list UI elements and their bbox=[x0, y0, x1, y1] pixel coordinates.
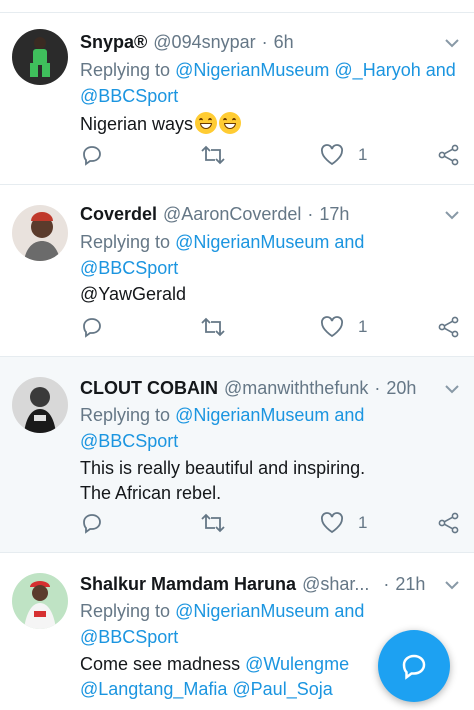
retweet-button[interactable] bbox=[200, 315, 226, 339]
like-icon bbox=[321, 144, 343, 166]
replying-mentions[interactable]: @NigerianMuseum and bbox=[175, 601, 364, 621]
author-handle[interactable]: @shar... bbox=[302, 573, 369, 595]
avatar[interactable] bbox=[12, 29, 68, 85]
like-count: 1 bbox=[358, 513, 368, 532]
avatar[interactable] bbox=[12, 573, 68, 629]
reply-icon bbox=[83, 146, 101, 166]
tweet-text-line: The African rebel. bbox=[80, 483, 222, 503]
separator: · bbox=[307, 204, 314, 224]
like-button[interactable]: 1 bbox=[320, 512, 367, 534]
replying-to: Replying to @NigerianMuseum @_Haryoh and bbox=[80, 58, 460, 82]
separator: · bbox=[374, 378, 381, 398]
timestamp[interactable]: 6h bbox=[274, 31, 294, 53]
tweet-text-content: Nigerian ways bbox=[80, 114, 194, 134]
share-icon bbox=[438, 316, 459, 338]
chevron-down-icon[interactable] bbox=[442, 575, 462, 595]
share-icon bbox=[438, 512, 459, 534]
chevron-down-icon[interactable] bbox=[442, 33, 462, 53]
replying-mentions[interactable]: @NigerianMuseum @_Haryoh and bbox=[175, 60, 456, 80]
reply-button[interactable] bbox=[80, 143, 104, 167]
replying-mention[interactable]: @BBCSport bbox=[80, 84, 460, 108]
timestamp[interactable]: 21h bbox=[395, 573, 425, 595]
retweet-icon bbox=[201, 145, 225, 165]
tweet-header: Snypa® @094snypar · 6h bbox=[80, 31, 460, 53]
separator: · bbox=[383, 574, 390, 594]
author-handle[interactable]: @AaronCoverdel bbox=[163, 203, 301, 225]
timestamp[interactable]: 17h bbox=[319, 203, 349, 225]
author-name[interactable]: CLOUT COBAIN bbox=[80, 377, 218, 399]
tweet-header: Shalkur Mamdam Haruna @shar... · 21h bbox=[80, 573, 460, 595]
compose-reply-button[interactable] bbox=[378, 630, 450, 702]
like-button[interactable]: 1 bbox=[320, 144, 367, 166]
like-count: 1 bbox=[358, 317, 368, 336]
reply-button[interactable] bbox=[80, 315, 104, 339]
tweet-body: CLOUT COBAIN @manwiththefunk · 20h Reply… bbox=[80, 377, 460, 506]
share-icon bbox=[438, 144, 459, 166]
tweet-mention[interactable]: @Paul_Soja bbox=[232, 679, 332, 699]
tweet-mention[interactable]: @YawGerald bbox=[80, 282, 460, 307]
like-button[interactable]: 1 bbox=[320, 316, 367, 338]
avatar[interactable] bbox=[12, 205, 68, 261]
tweet-feed: Snypa® @094snypar · 6h Replying to @Nige… bbox=[0, 0, 474, 710]
author-name[interactable]: Shalkur Mamdam Haruna bbox=[80, 573, 296, 595]
timestamp[interactable]: 20h bbox=[386, 377, 416, 399]
like-icon bbox=[321, 316, 343, 338]
compose-reply-icon bbox=[402, 654, 426, 680]
tweet-text: Nigerian ways bbox=[80, 112, 460, 137]
author-handle[interactable]: @094snypar bbox=[153, 31, 255, 53]
retweet-icon bbox=[201, 317, 225, 337]
chevron-down-icon[interactable] bbox=[442, 379, 462, 399]
replying-mentions[interactable]: @NigerianMuseum and bbox=[175, 405, 364, 425]
retweet-button[interactable] bbox=[200, 511, 226, 535]
like-icon bbox=[321, 512, 343, 534]
reply-button[interactable] bbox=[80, 511, 104, 535]
replying-mentions[interactable]: @NigerianMuseum and bbox=[175, 232, 364, 252]
tweet-text-content: Come see madness bbox=[80, 654, 241, 674]
replying-to: Replying to @NigerianMuseum and bbox=[80, 230, 460, 254]
chevron-down-icon[interactable] bbox=[442, 205, 462, 225]
retweet-button[interactable] bbox=[200, 143, 226, 167]
author-name[interactable]: Coverdel bbox=[80, 203, 157, 225]
reply-icon bbox=[83, 318, 101, 338]
tweet-mention[interactable]: @Wulengme bbox=[245, 654, 349, 674]
author-name[interactable]: Snypa® bbox=[80, 31, 147, 53]
separator: · bbox=[261, 32, 268, 52]
reply-icon bbox=[83, 514, 101, 534]
replying-label: Replying to bbox=[80, 405, 171, 425]
tweet-actions: 1 bbox=[78, 141, 462, 169]
tweet-mention[interactable]: @Langtang_Mafia bbox=[80, 679, 227, 699]
tweet-actions: 1 bbox=[78, 313, 462, 341]
tweet[interactable]: Snypa® @094snypar · 6h Replying to @Nige… bbox=[0, 12, 474, 184]
share-button[interactable] bbox=[438, 144, 460, 166]
replying-mention[interactable]: @BBCSport bbox=[80, 256, 460, 280]
replying-label: Replying to bbox=[80, 601, 171, 621]
share-button[interactable] bbox=[438, 316, 460, 338]
tweet-actions: 1 bbox=[78, 509, 462, 537]
tweet-header: CLOUT COBAIN @manwiththefunk · 20h bbox=[80, 377, 460, 399]
tweet-body: Coverdel @AaronCoverdel · 17h Replying t… bbox=[80, 203, 460, 307]
grinning-face-icon bbox=[195, 112, 218, 134]
retweet-icon bbox=[201, 513, 225, 533]
replying-to: Replying to @NigerianMuseum and bbox=[80, 403, 460, 427]
replying-label: Replying to bbox=[80, 232, 171, 252]
tweet-body: Snypa® @094snypar · 6h Replying to @Nige… bbox=[80, 31, 460, 137]
tweet-text-line: This is really beautiful and inspiring. bbox=[80, 458, 366, 478]
replying-to: Replying to @NigerianMuseum and bbox=[80, 599, 460, 623]
share-button[interactable] bbox=[438, 512, 460, 534]
tweet-header: Coverdel @AaronCoverdel · 17h bbox=[80, 203, 460, 225]
replying-mention[interactable]: @BBCSport bbox=[80, 429, 460, 453]
grinning-face-icon bbox=[219, 112, 242, 134]
replying-label: Replying to bbox=[80, 60, 171, 80]
tweet[interactable]: CLOUT COBAIN @manwiththefunk · 20h Reply… bbox=[0, 356, 474, 552]
like-count: 1 bbox=[358, 145, 368, 164]
tweet[interactable]: Coverdel @AaronCoverdel · 17h Replying t… bbox=[0, 184, 474, 356]
avatar[interactable] bbox=[12, 377, 68, 433]
author-handle[interactable]: @manwiththefunk bbox=[224, 377, 368, 399]
